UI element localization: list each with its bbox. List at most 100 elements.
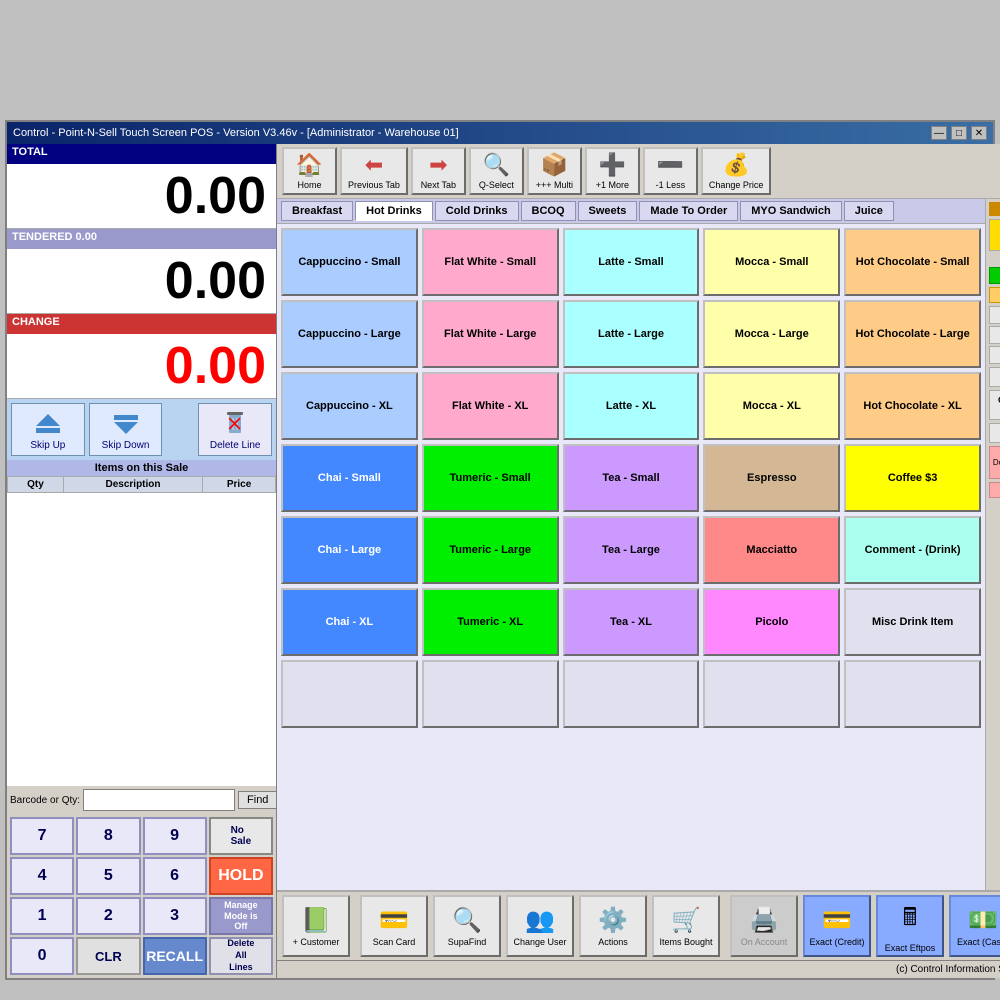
minus-less-button[interactable]: ➖ -1 Less	[643, 147, 698, 195]
product-button-19[interactable]: Coffee $3	[844, 444, 981, 512]
key-6[interactable]: 6	[143, 857, 207, 895]
change-amount: 0.00	[7, 334, 276, 399]
change-user-button[interactable]: 👥 Change User	[506, 895, 574, 957]
product-button-5[interactable]: Cappuccino - Large	[281, 300, 418, 368]
customer-button[interactable]: 📗 + Customer	[282, 895, 350, 957]
product-button-18[interactable]: Espresso	[703, 444, 840, 512]
cash-sale-account-button[interactable]: Cash Sale Account	[989, 367, 1000, 387]
key-3[interactable]: 3	[143, 897, 207, 935]
product-button-16[interactable]: Tumeric - Small	[422, 444, 559, 512]
hold-button[interactable]: HOLD	[209, 857, 273, 895]
product-button-20[interactable]: Chai - Large	[281, 516, 418, 584]
category-tab-cold-drinks[interactable]: Cold Drinks	[435, 201, 519, 221]
category-tab-juice[interactable]: Juice	[844, 201, 894, 221]
change-account-button[interactable]: Change To A Totally Different Account	[989, 390, 1000, 420]
product-button-12[interactable]: Latte - XL	[563, 372, 700, 440]
ac3-button[interactable]: A/C #3	[989, 326, 1000, 344]
scan-card-icon: 💳	[379, 906, 409, 935]
product-button-2[interactable]: Latte - Small	[563, 228, 700, 296]
qsel-icon: 🔍	[483, 152, 510, 178]
exact-cash-button[interactable]: 💵 Exact (Cash)	[949, 895, 1000, 957]
find-button[interactable]: Find	[238, 791, 277, 809]
previous-tab-button[interactable]: ⬅ Previous Tab	[340, 147, 408, 195]
prev-tab-icon: ⬅	[365, 152, 383, 178]
key-1[interactable]: 1	[10, 897, 74, 935]
supa-find-button[interactable]: 🔍 SupaFind	[433, 895, 501, 957]
clr-button[interactable]: CLR	[76, 937, 140, 975]
next-tab-button[interactable]: ➡ Next Tab	[411, 147, 466, 195]
category-tab-breakfast[interactable]: Breakfast	[281, 201, 353, 221]
delete-line-button[interactable]: Delete Line	[198, 403, 272, 456]
category-tabs: BreakfastHot DrinksCold DrinksBCOQSweets…	[277, 199, 985, 224]
product-button-34	[844, 660, 981, 728]
category-tab-bcoq[interactable]: BCOQ	[521, 201, 576, 221]
barcode-input[interactable]	[83, 789, 235, 811]
category-tab-made-to-order[interactable]: Made To Order	[639, 201, 738, 221]
recall-button[interactable]: RECALL	[143, 937, 207, 975]
product-button-6[interactable]: Flat White - Large	[422, 300, 559, 368]
minus-less-icon: ➖	[657, 152, 684, 178]
key-9[interactable]: 9	[143, 817, 207, 855]
q-select-button[interactable]: 🔍 Q-Select	[469, 147, 524, 195]
product-button-15[interactable]: Chai - Small	[281, 444, 418, 512]
product-button-4[interactable]: Hot Chocolate - Small	[844, 228, 981, 296]
no-sale-button[interactable]: NoSale	[209, 817, 273, 855]
product-button-11[interactable]: Flat White - XL	[422, 372, 559, 440]
product-button-1[interactable]: Flat White - Small	[422, 228, 559, 296]
close-button[interactable]: ✕	[971, 126, 987, 140]
exact-credit-button[interactable]: 💳 Exact (Credit)	[803, 895, 871, 957]
items-bought-button[interactable]: 🛒 Items Bought	[652, 895, 720, 957]
category-tab-hot-drinks[interactable]: Hot Drinks	[355, 201, 433, 221]
product-button-21[interactable]: Tumeric - Large	[422, 516, 559, 584]
product-button-32	[563, 660, 700, 728]
maximize-button[interactable]: □	[951, 126, 967, 140]
product-button-7[interactable]: Latte - Large	[563, 300, 700, 368]
home-button[interactable]: 🏠 Home	[282, 147, 337, 195]
ac5-button[interactable]: A/C #5	[989, 346, 1000, 364]
receipts-off-button[interactable]: Receipts are OFF	[989, 482, 1000, 498]
key-8[interactable]: 8	[76, 817, 140, 855]
exact-eftpos-button[interactable]: 🖩 Exact Eftpos	[876, 895, 944, 957]
product-button-14[interactable]: Hot Chocolate - XL	[844, 372, 981, 440]
change-price-button[interactable]: 💰 Change Price	[701, 147, 772, 195]
skip-down-button[interactable]: Skip Down	[89, 403, 163, 456]
product-button-9[interactable]: Hot Chocolate - Large	[844, 300, 981, 368]
category-tab-myo-sandwich[interactable]: MYO Sandwich	[740, 201, 841, 221]
manage-mode-button[interactable]: ManageMode isOff	[209, 897, 273, 935]
product-button-0[interactable]: Cappuccino - Small	[281, 228, 418, 296]
account-options-button[interactable]: Account Options	[989, 423, 1000, 443]
product-button-8[interactable]: Mocca - Large	[703, 300, 840, 368]
minimize-button[interactable]: —	[931, 126, 947, 140]
product-button-22[interactable]: Tea - Large	[563, 516, 700, 584]
key-7[interactable]: 7	[10, 817, 74, 855]
on-account-button[interactable]: 🖨️ On Account	[730, 895, 798, 957]
delete-all-lines-button[interactable]: DeleteAllLines	[209, 937, 273, 975]
actions-button[interactable]: ⚙️ Actions	[579, 895, 647, 957]
key-4[interactable]: 4	[10, 857, 74, 895]
scan-card-button[interactable]: 💳 Scan Card	[360, 895, 428, 957]
product-button-10[interactable]: Cappuccino - XL	[281, 372, 418, 440]
next-tab-icon: ➡	[429, 152, 447, 178]
drink-dockets-button[interactable]: Drink Dockets are OFF	[989, 446, 1000, 479]
skip-up-button[interactable]: Skip Up	[11, 403, 85, 456]
title-bar: Control - Point-N-Sell Touch Screen POS …	[7, 122, 993, 144]
key-5[interactable]: 5	[76, 857, 140, 895]
product-button-23[interactable]: Macciatto	[703, 516, 840, 584]
product-button-13[interactable]: Mocca - XL	[703, 372, 840, 440]
plus-more-button[interactable]: ➕ +1 More	[585, 147, 640, 195]
key-0[interactable]: 0	[10, 937, 74, 975]
product-button-27[interactable]: Tea - XL	[563, 588, 700, 656]
product-button-29[interactable]: Misc Drink Item	[844, 588, 981, 656]
product-button-17[interactable]: Tea - Small	[563, 444, 700, 512]
product-button-25[interactable]: Chai - XL	[281, 588, 418, 656]
category-tab-sweets[interactable]: Sweets	[578, 201, 638, 221]
key-2[interactable]: 2	[76, 897, 140, 935]
product-button-3[interactable]: Mocca - Small	[703, 228, 840, 296]
ac1-button[interactable]: A/C #1	[989, 306, 1000, 324]
product-button-24[interactable]: Comment - (Drink)	[844, 516, 981, 584]
multi-button[interactable]: 📦 +++ Multi	[527, 147, 582, 195]
product-button-26[interactable]: Tumeric - XL	[422, 588, 559, 656]
product-button-28[interactable]: Picolo	[703, 588, 840, 656]
items-bought-icon: 🛒	[671, 906, 701, 935]
barcode-row: Barcode or Qty: Find	[7, 786, 276, 814]
